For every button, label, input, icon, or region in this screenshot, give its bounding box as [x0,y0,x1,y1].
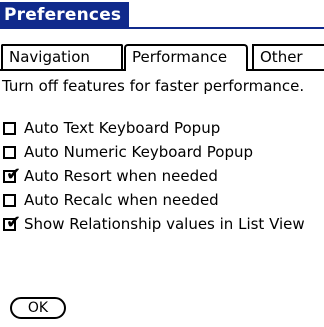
window-title: Preferences [0,2,130,28]
option-label: Auto Recalc when needed [24,191,219,209]
description-text: Turn off features for faster performance… [2,77,305,95]
option-label: Auto Resort when needed [24,167,218,185]
checkbox[interactable] [3,122,16,135]
option-label: Auto Text Keyboard Popup [24,119,221,137]
tab-bar: Navigation Performance Other [0,44,324,71]
title-underline [0,27,324,29]
title-bar: Preferences [0,2,130,28]
option-auto-text-keyboard-popup[interactable]: Auto Text Keyboard Popup [0,118,324,142]
option-auto-recalc[interactable]: Auto Recalc when needed [0,190,324,214]
checkbox[interactable]: ✔ [3,166,21,184]
checkbox[interactable] [3,146,16,159]
option-show-relationship-values[interactable]: ✔ Show Relationship values in List View [0,214,324,258]
ok-button[interactable]: OK [10,297,66,319]
tab-other[interactable]: Other [252,44,324,69]
checkmark-icon: ✔ [6,164,22,185]
option-label: Auto Numeric Keyboard Popup [24,143,254,161]
options-list: Auto Text Keyboard Popup Auto Numeric Ke… [0,118,324,258]
checkbox[interactable]: ✔ [3,214,21,232]
tab-navigation[interactable]: Navigation [1,44,123,69]
option-auto-numeric-keyboard-popup[interactable]: Auto Numeric Keyboard Popup [0,142,324,166]
checkmark-icon: ✔ [6,212,22,233]
checkbox[interactable] [3,194,16,207]
option-auto-resort[interactable]: ✔ Auto Resort when needed [0,166,324,190]
option-label: Show Relationship values in List View [24,215,305,233]
tab-performance[interactable]: Performance [124,44,248,71]
